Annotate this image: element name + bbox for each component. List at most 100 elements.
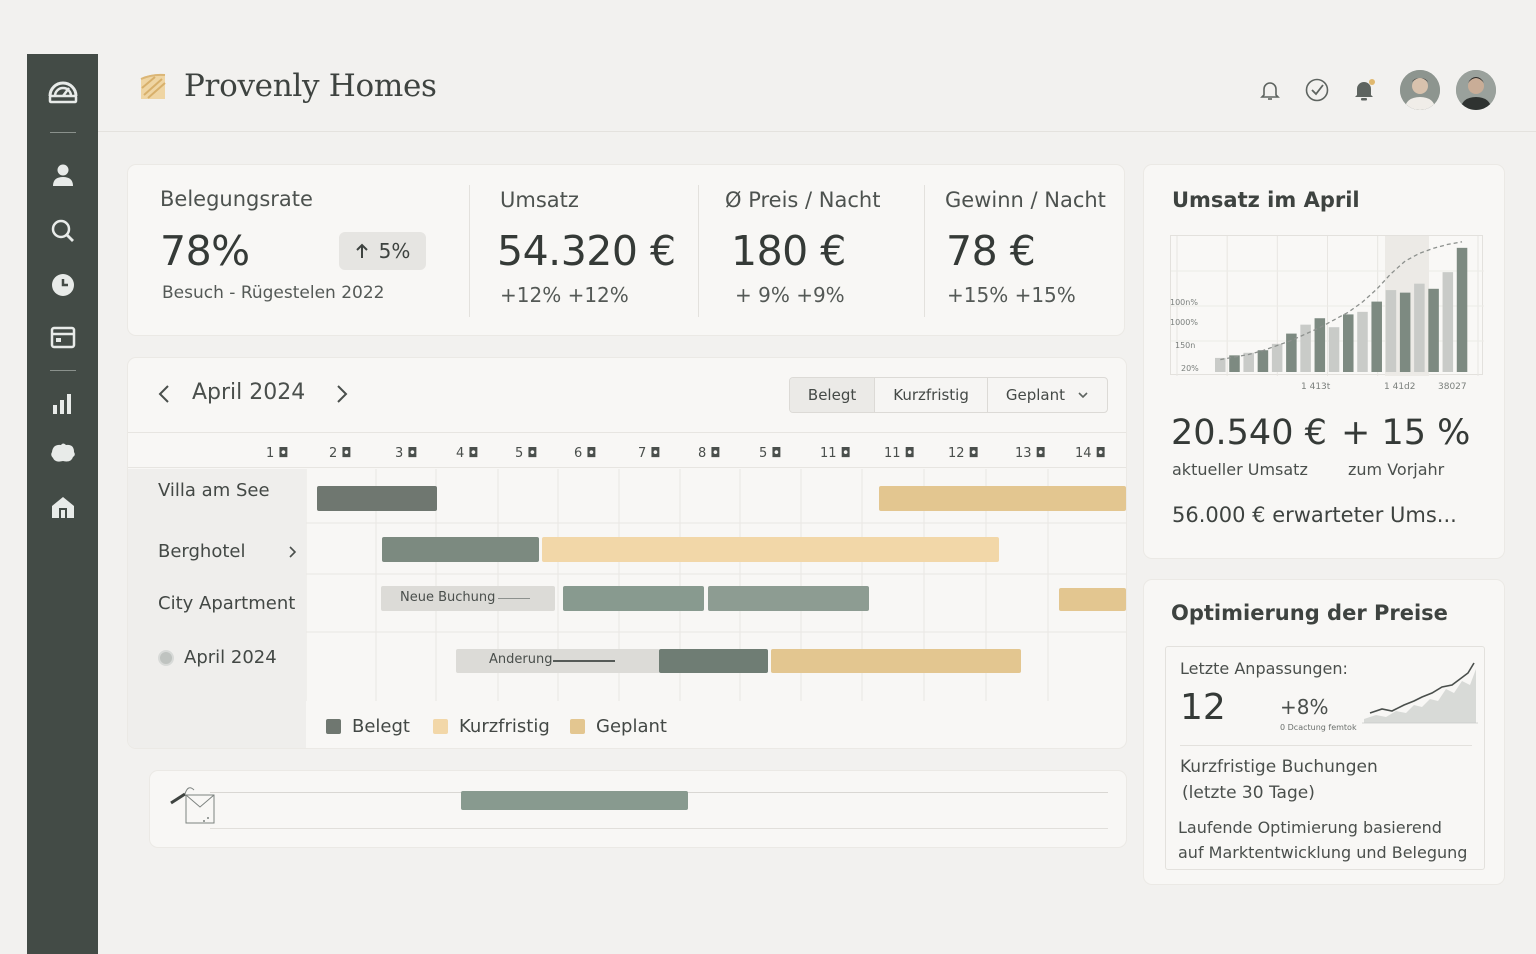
booking-bar-belegt[interactable]	[563, 586, 704, 611]
kpi-label: Ø Preis / Nacht	[725, 188, 881, 212]
chevron-left-icon[interactable]	[156, 384, 172, 404]
day-label: 12 ◘	[948, 446, 979, 461]
chart-bar	[1357, 311, 1368, 372]
puzzle-icon[interactable]	[27, 440, 98, 466]
chart-bar	[1442, 272, 1454, 372]
sidebar	[27, 54, 98, 954]
row-label: Berghotel	[158, 541, 246, 562]
timeline-range-handle[interactable]	[461, 791, 688, 810]
bar-line	[498, 598, 530, 599]
status-dot-icon	[158, 649, 174, 666]
avatar[interactable]	[1456, 70, 1496, 110]
booking-calendar: April 2024 Belegt Kurzfristig Geplant 1 …	[128, 358, 1126, 748]
kpi-value: 78 €	[946, 227, 1036, 275]
chevron-down-icon	[1078, 392, 1088, 399]
legend-swatch	[570, 719, 585, 734]
expected-revenue: 56.000 € erwarteter Ums...	[1172, 503, 1457, 527]
chevron-right-icon[interactable]	[288, 545, 298, 559]
booking-bar-geplant[interactable]	[879, 486, 1126, 511]
card-title: Umsatz im April	[1172, 188, 1360, 212]
chart-bar	[1243, 352, 1254, 372]
divider	[1180, 745, 1472, 746]
y-tick-label: 100n%	[1170, 298, 1198, 307]
chart-bar	[1456, 247, 1468, 372]
avatar[interactable]	[1400, 70, 1440, 110]
dashboard-icon[interactable]	[27, 74, 98, 106]
short-term-period: (letzte 30 Tage)	[1182, 783, 1315, 803]
chart-bar	[1343, 314, 1354, 372]
kpi-change: + 9% +9%	[735, 283, 845, 307]
day-label: 5 ◘	[759, 446, 782, 461]
search-icon[interactable]	[27, 218, 98, 244]
chart-bar	[1257, 350, 1269, 372]
bell-outline-icon[interactable]	[1250, 70, 1290, 110]
filter-kurzfristig[interactable]: Kurzfristig	[874, 378, 987, 412]
y-tick-label: 1000%	[1170, 318, 1198, 327]
price-optimization-card: Optimierung der Preise Letzte Anpassunge…	[1144, 580, 1504, 884]
booking-bar-belegt[interactable]	[317, 486, 437, 511]
booking-bar-belegt[interactable]	[382, 537, 539, 562]
row-label: April 2024	[184, 647, 277, 668]
app-name: Provenly Homes	[184, 68, 437, 104]
calendar-month: April 2024	[192, 380, 306, 405]
filter-geplant[interactable]: Geplant	[986, 378, 1107, 412]
filter-belegt[interactable]: Belegt	[789, 378, 875, 412]
booking-bar-belegt[interactable]	[659, 649, 768, 673]
arrow-up-icon	[355, 243, 368, 258]
price-adjustments-panel: Letzte Anpassungen: 12 +8% 0 Dcactung fe…	[1165, 646, 1485, 870]
calendar-icon[interactable]	[27, 324, 98, 350]
x-tick-label: 1 413t	[1301, 382, 1331, 392]
row-label: Villa am See	[158, 480, 270, 501]
sidebar-separator	[50, 132, 76, 133]
brand-logo-icon	[140, 73, 166, 99]
chevron-right-icon[interactable]	[334, 384, 350, 404]
y-tick-label: 150n	[1175, 341, 1196, 350]
kpi-revenue: Umsatz 54.320 € +12% +12%	[470, 165, 698, 335]
brand[interactable]: Provenly Homes	[138, 68, 437, 104]
clock-icon[interactable]	[27, 272, 98, 298]
chart-bar	[1414, 283, 1425, 372]
sidebar-separator	[50, 370, 76, 371]
booking-bar-geplant[interactable]	[1059, 588, 1126, 611]
row-city-apartment[interactable]: City Apartment	[158, 593, 295, 614]
legend-item-geplant: Geplant	[570, 716, 667, 737]
kpi-value: 78%	[160, 227, 250, 275]
kpi-card: Belegungsrate 78% 5% Besuch - Rügestelen…	[128, 165, 1124, 335]
chart-bar	[1385, 290, 1397, 372]
day-label: 6 ◘	[574, 446, 597, 461]
legend-label: Kurzfristig	[459, 716, 550, 737]
chart-icon[interactable]	[27, 390, 98, 416]
row-april-2024[interactable]: April 2024	[158, 647, 277, 668]
mail-edit-icon	[170, 787, 215, 824]
chart-bar	[1328, 327, 1340, 372]
notification-bell-icon[interactable]	[1344, 70, 1384, 110]
mini-chart-note: 0 Dcactung femtok	[1280, 723, 1357, 732]
legend-swatch	[326, 719, 341, 734]
legend-swatch	[433, 719, 448, 734]
day-label: 11 ◘	[884, 446, 915, 461]
day-label: 7 ◘	[638, 446, 661, 461]
timeline-scrubber	[150, 771, 1126, 847]
legend-label: Geplant	[596, 716, 667, 737]
booking-bar-kurzfristig[interactable]	[542, 537, 999, 562]
check-circle-icon[interactable]	[1297, 70, 1337, 110]
bar-label: Neue Buchung	[400, 590, 496, 605]
row-villa-am-see[interactable]: Villa am See	[158, 480, 270, 501]
chart-bar	[1371, 301, 1382, 372]
day-label: 3 ◘	[395, 446, 418, 461]
home-icon[interactable]	[27, 494, 98, 520]
booking-bar-geplant[interactable]	[771, 649, 1021, 673]
status-filter: Belegt Kurzfristig Geplant	[788, 377, 1108, 413]
trend-value: 5%	[378, 239, 411, 263]
y-tick-label: 20%	[1181, 364, 1199, 373]
kpi-label: Belegungsrate	[160, 187, 313, 211]
revenue-chart-svg	[1171, 236, 1484, 376]
short-term-label: Kurzfristige Buchungen	[1180, 757, 1378, 777]
legend-label: Belegt	[352, 716, 410, 737]
kpi-label: Umsatz	[500, 188, 579, 212]
last-adjustments-label: Letzte Anpassungen:	[1180, 659, 1348, 678]
revenue-change: + 15 %	[1341, 413, 1471, 453]
booking-bar-belegt[interactable]	[708, 586, 869, 611]
user-icon[interactable]	[27, 162, 98, 188]
row-berghotel[interactable]: Berghotel	[158, 541, 298, 562]
